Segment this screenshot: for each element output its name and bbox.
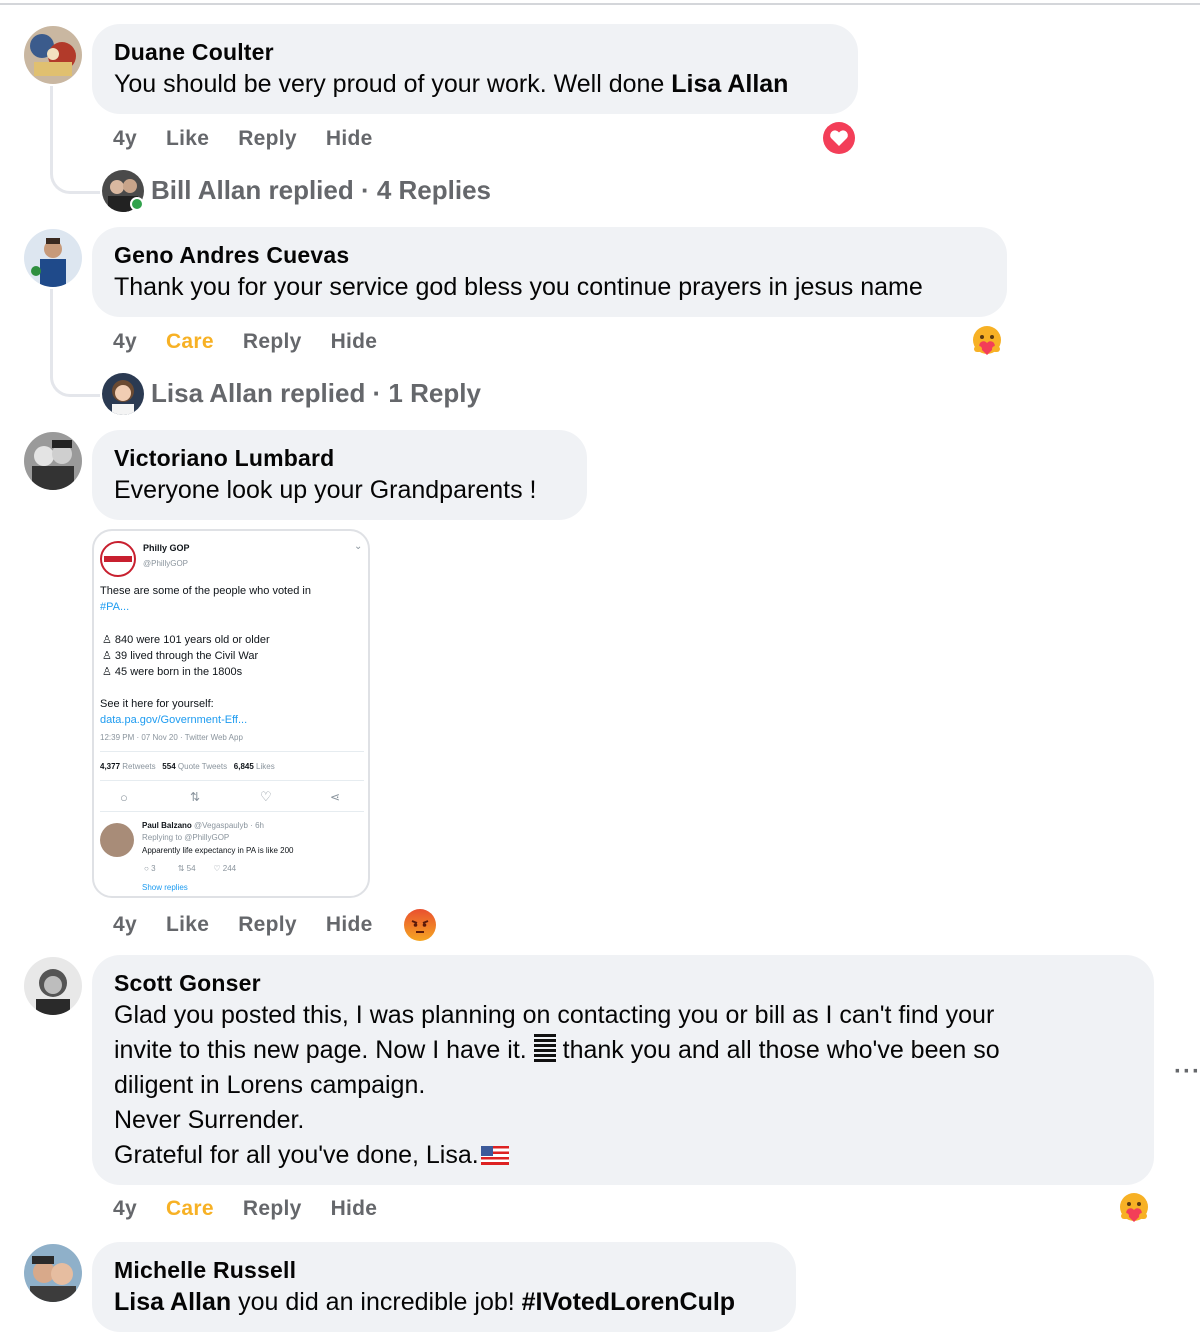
- comment-text: Grateful for all you've done, Lisa.: [114, 1138, 1132, 1173]
- commenter-avatar[interactable]: [24, 26, 82, 84]
- reply-button[interactable]: Reply: [238, 913, 297, 937]
- care-button[interactable]: Care: [166, 1197, 214, 1221]
- philly-gop-logo: [100, 541, 136, 577]
- reply-thread-line: [50, 86, 100, 194]
- commenter-avatar[interactable]: [24, 1244, 82, 1302]
- comment-text: Everyone look up your Grandparents !: [114, 476, 537, 504]
- care-reaction-icon[interactable]: [970, 324, 1004, 358]
- commenter-avatar[interactable]: [24, 957, 82, 1015]
- replier-avatar[interactable]: [102, 373, 144, 415]
- tweet-stat: ♙ 840 were 101 years old or older: [102, 634, 270, 646]
- us-flag-emoji-icon: [480, 1146, 509, 1165]
- scrollbar[interactable]: [368, 559, 370, 651]
- reply-author-avatar: [100, 823, 134, 857]
- comment-timestamp[interactable]: 4y: [113, 330, 137, 354]
- heart-icon: ♡: [260, 789, 272, 804]
- comment-timestamp[interactable]: 4y: [113, 127, 137, 151]
- comment-actions: 4y Care Reply Hide: [113, 330, 406, 354]
- comment-image-attachment[interactable]: Philly GOP @PhillyGOP ⌄ These are some o…: [92, 529, 370, 898]
- more-options-icon[interactable]: ···: [1174, 1058, 1200, 1086]
- comment-author[interactable]: Geno Andres Cuevas: [114, 240, 985, 270]
- hide-button[interactable]: Hide: [326, 913, 373, 937]
- online-status-icon: [130, 197, 144, 211]
- commenter-avatar[interactable]: [24, 432, 82, 490]
- view-replies-link[interactable]: Lisa Allan replied · 1 Reply: [151, 378, 481, 409]
- comment-icon: ○: [120, 790, 128, 805]
- show-replies-link: Show replies: [142, 883, 188, 892]
- comment-text: You should be very proud of your work. W…: [114, 70, 789, 98]
- retweet-icon: ⇅: [190, 790, 201, 804]
- newspaper-emoji-icon: [533, 1034, 556, 1064]
- tagged-name[interactable]: Lisa Allan: [114, 1288, 231, 1316]
- comment-author[interactable]: Victoriano Lumbard: [114, 443, 565, 473]
- tweet-handle: @PhillyGOP: [143, 559, 189, 568]
- comment-bubble: Scott Gonser Glad you posted this, I was…: [92, 955, 1154, 1185]
- chevron-down-icon: ⌄: [354, 541, 363, 552]
- hide-button[interactable]: Hide: [331, 1197, 378, 1221]
- tweet-stat: ♙ 39 lived through the Civil War: [102, 650, 259, 662]
- love-reaction-icon[interactable]: [822, 121, 856, 155]
- divider: [100, 811, 364, 812]
- reply-button[interactable]: Reply: [238, 127, 297, 151]
- comment-actions: 4y Care Reply Hide: [113, 1197, 406, 1221]
- comment-timestamp[interactable]: 4y: [113, 1197, 137, 1221]
- tweet-stat: ♙ 45 were born in the 1800s: [102, 666, 243, 678]
- view-replies-link[interactable]: Bill Allan replied · 4 Replies: [151, 175, 491, 206]
- comment-text: Glad you posted this, I was planning on …: [114, 1001, 995, 1029]
- replying-to: Replying to @PhillyGOP: [142, 833, 230, 842]
- share-icon: ⋖: [330, 790, 341, 804]
- comment-text: diligent in Lorens campaign.: [114, 1071, 426, 1099]
- like-button[interactable]: Like: [166, 127, 209, 151]
- commenter-avatar[interactable]: [24, 229, 82, 287]
- divider: [100, 751, 364, 752]
- comment-bubble: Michelle Russell Lisa Allan you did an i…: [92, 1242, 796, 1332]
- reply-button[interactable]: Reply: [243, 330, 302, 354]
- care-button[interactable]: Care: [166, 330, 214, 354]
- tweet-hashtag: #PA...: [100, 601, 130, 613]
- comment-author[interactable]: Duane Coulter: [114, 37, 836, 67]
- tweet-account-name: Philly GOP: [143, 543, 190, 553]
- tweet-link: data.pa.gov/Government-Eff...: [100, 714, 248, 726]
- comment-timestamp[interactable]: 4y: [113, 913, 137, 937]
- angry-reaction-icon[interactable]: [403, 908, 437, 942]
- comment-author[interactable]: Scott Gonser: [114, 968, 1132, 998]
- reply-text: Apparently life expectancy in PA is like…: [142, 846, 294, 855]
- comment-bubble: Duane Coulter You should be very proud o…: [92, 24, 858, 114]
- reply-button[interactable]: Reply: [243, 1197, 302, 1221]
- tagged-name[interactable]: Lisa Allan: [671, 70, 788, 98]
- tweet-text: See it here for yourself:: [100, 698, 214, 710]
- reply-thread-line: [50, 289, 100, 397]
- care-reaction-icon[interactable]: [1117, 1191, 1151, 1225]
- comment-text: invite to this new page. Now I have it. …: [114, 1034, 1000, 1064]
- top-divider: [0, 0, 1200, 5]
- hide-button[interactable]: Hide: [326, 127, 373, 151]
- comment-actions: 4y Like Reply Hide: [113, 913, 402, 937]
- comment-text: Lisa Allan you did an incredible job! #I…: [114, 1288, 736, 1316]
- comment-bubble: Geno Andres Cuevas Thank you for your se…: [92, 227, 1007, 317]
- comment-text: Never Surrender.: [114, 1106, 305, 1134]
- like-button[interactable]: Like: [166, 913, 209, 937]
- hide-button[interactable]: Hide: [331, 330, 378, 354]
- comment-bubble: Victoriano Lumbard Everyone look up your…: [92, 430, 587, 520]
- comment-author[interactable]: Michelle Russell: [114, 1255, 774, 1285]
- reply-stats: ○ 3 ⇅ 54 ♡ 244: [144, 864, 237, 873]
- hashtag-link[interactable]: #IVotedLorenCulp: [522, 1288, 735, 1316]
- comment-actions: 4y Like Reply Hide: [113, 127, 402, 151]
- comment-text: Thank you for your service god bless you…: [114, 273, 923, 301]
- divider: [100, 780, 364, 781]
- tweet-engagement: 4,377 Retweets 554 Quote Tweets 6,845 Li…: [100, 762, 275, 771]
- reply-author: Paul Balzano @Vegaspaulyb · 6h: [142, 821, 264, 830]
- tweet-timestamp: 12:39 PM · 07 Nov 20 · Twitter Web App: [100, 733, 243, 742]
- tweet-text: These are some of the people who voted i…: [100, 585, 311, 597]
